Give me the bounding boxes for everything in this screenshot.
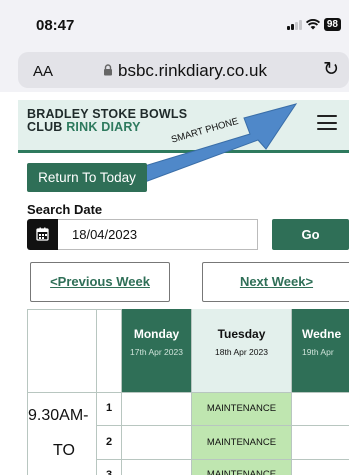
go-button[interactable]: Go (272, 219, 349, 250)
rink-header-cell (97, 309, 122, 393)
rink-number: 3 (97, 460, 122, 475)
booking-slot-wednesday[interactable] (292, 426, 349, 460)
search-date-label: Search Date (27, 202, 103, 217)
status-bar: 08:47 98 (0, 0, 349, 46)
wifi-icon (305, 19, 320, 30)
brand-line-2: CLUB RINK DIARY (27, 120, 141, 134)
text-size-button[interactable]: AA (33, 63, 53, 80)
status-icons: 98 (286, 18, 341, 31)
url-text[interactable]: bsbc.rinkdiary.co.uk (118, 61, 267, 81)
day-name: Wedne (302, 327, 342, 341)
reload-icon[interactable]: ↻ (323, 58, 339, 81)
day-date: 18th Apr 2023 (215, 347, 268, 357)
booking-slot-wednesday[interactable] (292, 460, 349, 475)
cellular-signal-icon (286, 19, 302, 30)
menu-icon[interactable] (317, 115, 337, 130)
rink-booking-table: Monday 17th Apr 2023 Tuesday 18th Apr 20… (27, 309, 349, 475)
url-field[interactable]: AA bsbc.rinkdiary.co.uk ↻ (18, 52, 349, 88)
booking-slot-tuesday[interactable]: MAINTENANCE (192, 426, 292, 460)
booking-slot-wednesday[interactable] (292, 393, 349, 426)
day-header-tuesday[interactable]: Tuesday 18th Apr 2023 (192, 309, 292, 393)
next-week-button[interactable]: Next Week> (202, 262, 349, 302)
booking-slot-monday[interactable] (122, 460, 192, 475)
time-slot-to: TO (53, 442, 75, 459)
search-date-value: 18/04/2023 (72, 227, 138, 242)
calendar-icon (36, 227, 49, 241)
browser-address-bar: AA bsbc.rinkdiary.co.uk ↻ (0, 46, 349, 92)
booking-slot-monday[interactable] (122, 393, 192, 426)
previous-week-button[interactable]: <Previous Week (30, 262, 170, 302)
battery-icon: 98 (323, 18, 341, 31)
corner-header-cell (27, 309, 97, 393)
day-header-wednesday[interactable]: Wedne 19th Apr (292, 309, 349, 393)
day-date: 17th Apr 2023 (130, 347, 183, 357)
day-header-monday[interactable]: Monday 17th Apr 2023 (122, 309, 192, 393)
clock: 08:47 (36, 17, 75, 34)
day-date: 19th Apr (302, 347, 334, 357)
site-logo-text[interactable]: BRADLEY STOKE BOWLS CLUB RINK DIARY (27, 108, 187, 134)
time-slot-start: 9.30AM- (28, 407, 89, 424)
rink-number: 2 (97, 426, 122, 460)
rink-number: 1 (97, 393, 122, 426)
return-to-today-button[interactable]: Return To Today (27, 163, 147, 192)
booking-slot-monday[interactable] (122, 426, 192, 460)
calendar-button[interactable] (27, 219, 58, 250)
search-date-input[interactable]: 18/04/2023 (58, 219, 258, 250)
booking-slot-tuesday[interactable]: MAINTENANCE (192, 393, 292, 426)
lock-icon (104, 64, 112, 76)
site-header: BRADLEY STOKE BOWLS CLUB RINK DIARY (18, 100, 349, 153)
day-name: Monday (133, 327, 180, 341)
time-slot-cell: 9.30AM- TO (27, 393, 97, 475)
day-name: Tuesday (217, 327, 266, 341)
booking-slot-tuesday[interactable]: MAINTENANCE (192, 460, 292, 475)
